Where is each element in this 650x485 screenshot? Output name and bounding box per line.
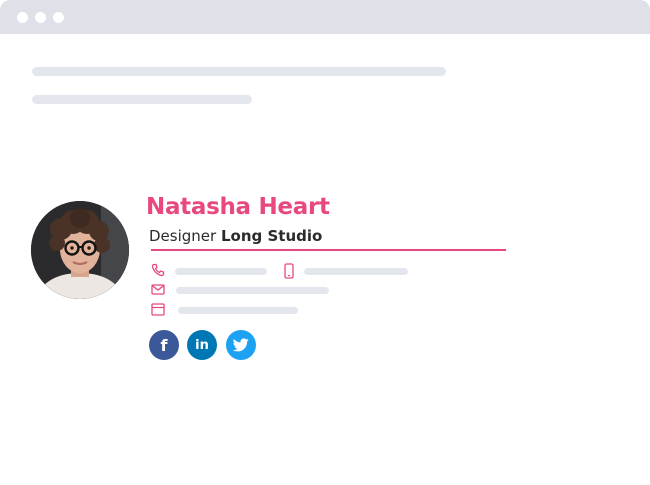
email-body-placeholder-line [32, 95, 252, 104]
linkedin-glyph: in [195, 337, 209, 353]
browser-window-icon [151, 303, 165, 316]
signature-divider [151, 249, 506, 251]
linkedin-icon[interactable]: in [187, 330, 217, 360]
facebook-icon[interactable]: f [149, 330, 179, 360]
facebook-glyph: f [160, 335, 168, 355]
window-control-dot[interactable] [17, 12, 28, 23]
website-value-placeholder[interactable] [178, 307, 298, 314]
phone-icon [151, 263, 165, 277]
window-control-dot[interactable] [53, 12, 64, 23]
twitter-icon[interactable] [226, 330, 256, 360]
mobile-phone-icon [284, 263, 294, 279]
signature-title: Designer Long Studio [149, 227, 322, 245]
signature-name: Natasha Heart [146, 194, 330, 220]
twitter-bird-icon [233, 338, 249, 352]
signature-company: Long Studio [220, 227, 323, 245]
envelope-icon [151, 284, 165, 295]
email-body-placeholder-line [32, 67, 446, 76]
portrait-photo [31, 201, 129, 299]
avatar [31, 201, 129, 299]
email-value-placeholder[interactable] [176, 287, 329, 294]
window-titlebar [0, 0, 650, 34]
phone-value-placeholder[interactable] [175, 268, 267, 275]
signature-role: Designer [149, 227, 217, 245]
mobile-value-placeholder[interactable] [304, 268, 408, 275]
window-control-dot[interactable] [35, 12, 46, 23]
